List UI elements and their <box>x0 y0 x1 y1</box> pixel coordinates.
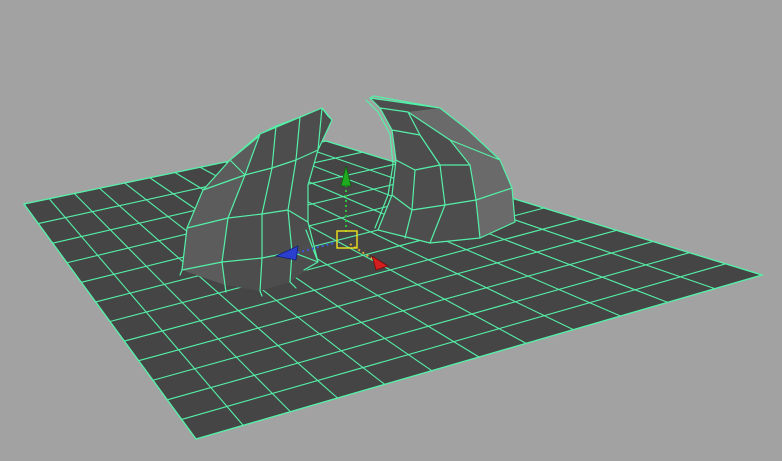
scene-canvas[interactable] <box>0 0 782 461</box>
3d-viewport[interactable] <box>0 0 782 461</box>
